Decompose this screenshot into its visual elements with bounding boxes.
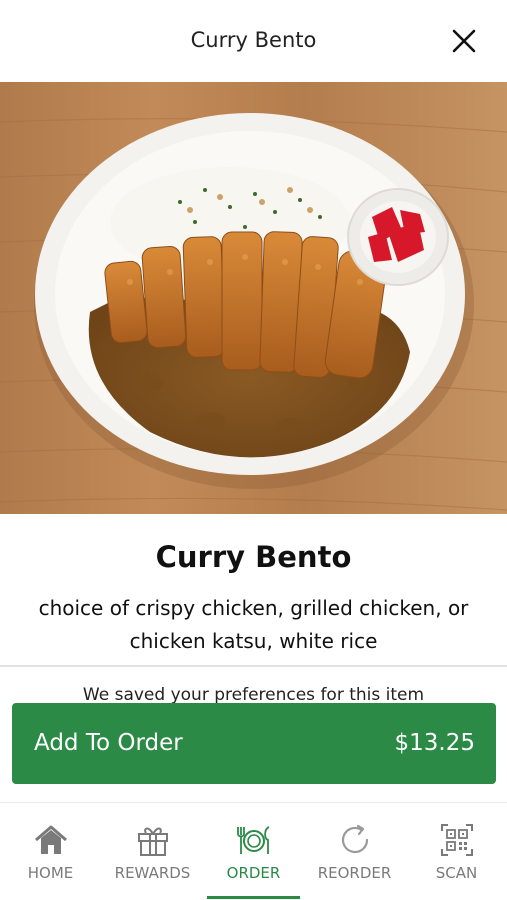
reload-icon [341,824,369,854]
tab-reorder[interactable]: REORDER [304,803,405,900]
tab-rewards-label: REWARDS [114,864,191,882]
tab-home[interactable]: HOME [0,803,101,900]
tab-reorder-label: REORDER [317,864,392,882]
close-icon [452,29,476,53]
tab-scan-label: SCAN [435,864,478,882]
item-name: Curry Bento [155,540,352,574]
preferences-note: We saved your preferences for this item [82,685,425,705]
tab-order-label: ORDER [226,864,281,882]
gift-icon [138,827,168,856]
item-price: $13.25 [394,730,475,756]
item-image [0,82,507,514]
plate-cutlery-icon [237,826,270,854]
home-icon [35,825,67,854]
header: Curry Bento [0,0,507,82]
page-title: Curry Bento [190,28,317,52]
tab-home-label: HOME [27,864,74,882]
item-description: choice of crispy chicken, grilled chicke… [38,596,469,653]
tab-rewards[interactable]: REWARDS [102,803,203,900]
active-tab-indicator [207,896,300,899]
qr-code-icon [441,824,473,856]
close-button[interactable] [449,26,479,56]
tab-order[interactable]: ORDER [203,803,304,900]
bottom-tab-bar: HOME REWARDS ORDER REORDER SCAN [0,802,507,900]
add-to-order-button[interactable]: Add To Order $13.25 [12,703,496,784]
add-to-order-label: Add To Order [34,730,183,756]
divider [0,665,507,667]
tab-scan[interactable]: SCAN [406,803,507,900]
